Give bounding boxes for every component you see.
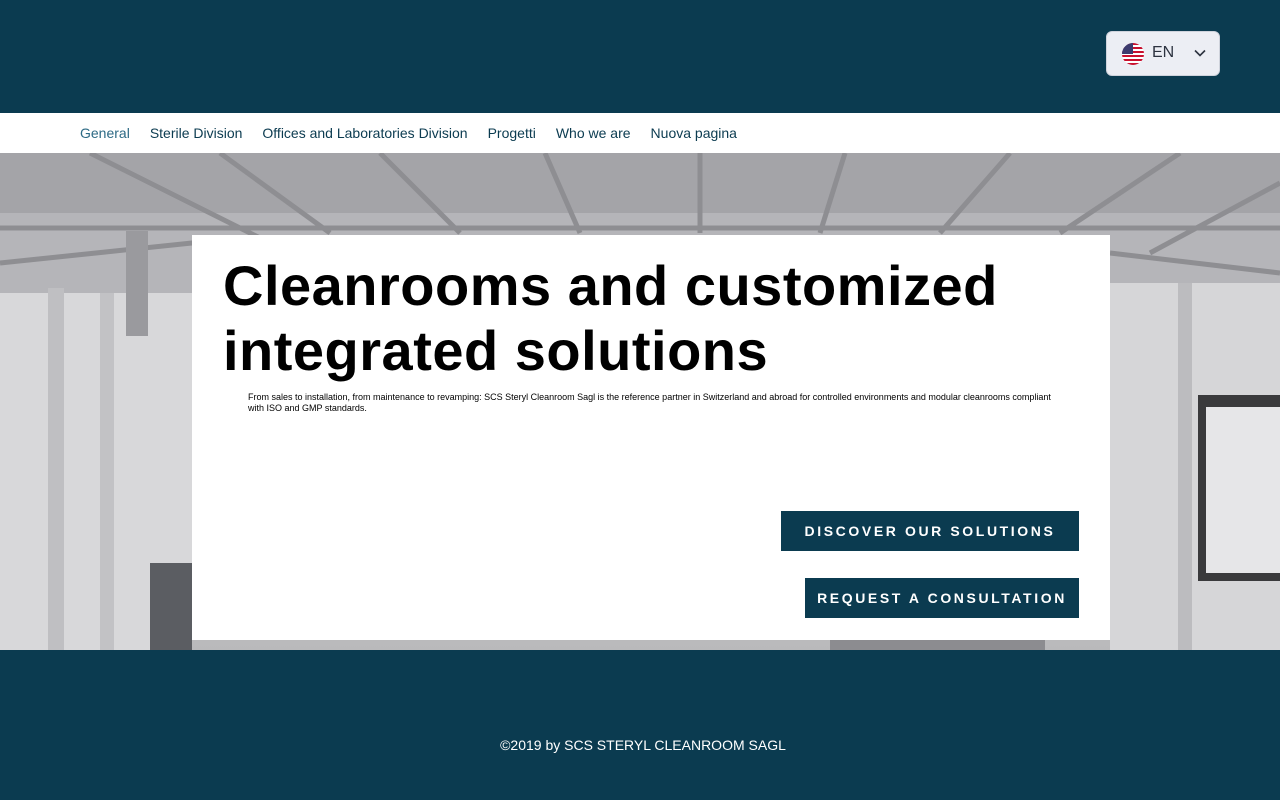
discover-solutions-button[interactable]: DISCOVER OUR SOLUTIONS (781, 511, 1079, 551)
footer-copyright: ©2019 by SCS STERYL CLEANROOM SAGL (500, 737, 786, 753)
hero-card: Cleanrooms and customized integrated sol… (192, 235, 1110, 640)
site-header: EN (0, 0, 1280, 113)
nav-item-sterile-division[interactable]: Sterile Division (150, 125, 243, 141)
nav-item-offices-labs-division[interactable]: Offices and Laboratories Division (262, 125, 467, 141)
chevron-down-icon (1194, 49, 1206, 57)
language-selector[interactable]: EN (1106, 31, 1220, 76)
main-nav: General Sterile Division Offices and Lab… (0, 113, 1280, 153)
nav-item-who-we-are[interactable]: Who we are (556, 125, 631, 141)
language-label: EN (1152, 44, 1175, 61)
hero-title: Cleanrooms and customized integrated sol… (223, 254, 998, 382)
nav-item-nuova-pagina[interactable]: Nuova pagina (651, 125, 737, 141)
nav-item-progetti[interactable]: Progetti (488, 125, 536, 141)
us-flag-icon (1122, 43, 1144, 65)
site-footer: ©2019 by SCS STERYL CLEANROOM SAGL (0, 650, 1280, 800)
nav-item-general[interactable]: General (80, 125, 130, 141)
hero-description: From sales to installation, from mainten… (248, 392, 1051, 413)
request-consultation-button[interactable]: REQUEST A CONSULTATION (805, 578, 1079, 618)
